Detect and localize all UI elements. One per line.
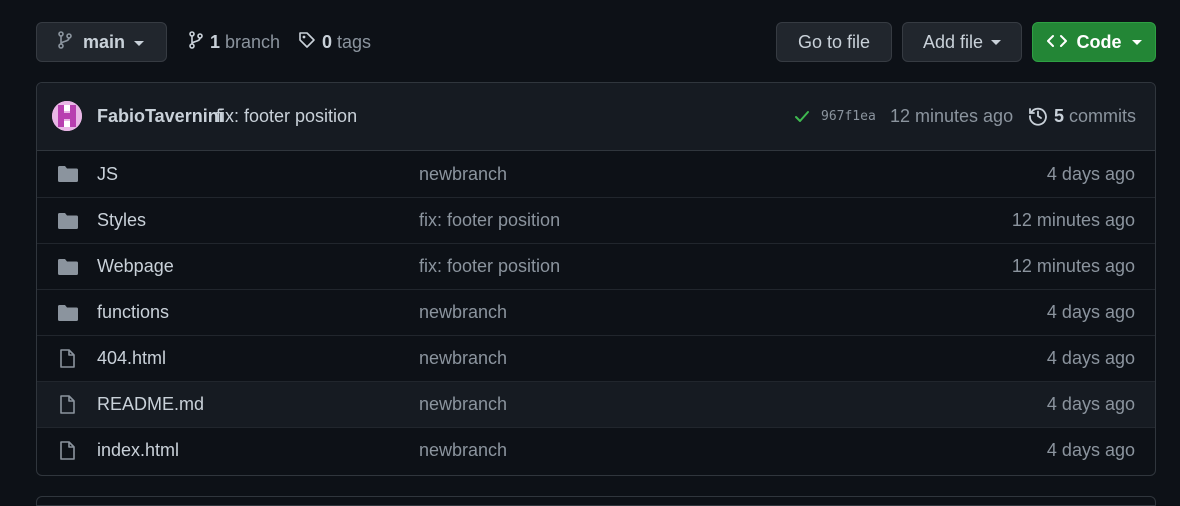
- file-row[interactable]: JS newbranch 4 days ago: [37, 151, 1155, 197]
- check-icon[interactable]: [794, 110, 810, 129]
- file-name-link[interactable]: README.md: [97, 394, 204, 415]
- chevron-down-icon: [991, 39, 1002, 45]
- file-commit-age: 12 minutes ago: [1011, 256, 1135, 276]
- file-commit-age: 4 days ago: [1046, 302, 1135, 322]
- history-icon[interactable]: [1028, 106, 1048, 131]
- git-branch-icon: [188, 30, 204, 54]
- file-row[interactable]: index.html newbranch 4 days ago: [37, 427, 1155, 473]
- commit-count: 5: [1054, 106, 1065, 126]
- file-commit-age: 4 days ago: [1046, 163, 1135, 184]
- latest-commit-bar: FabioTavernini fix: footer position 967f…: [37, 83, 1155, 151]
- git-branch-icon: [57, 30, 73, 54]
- next-panel-edge: [36, 496, 1156, 506]
- file-commit-message-link[interactable]: fix: footer position: [419, 210, 560, 231]
- file-row[interactable]: functions newbranch 4 days ago: [37, 289, 1155, 335]
- file-commit-age: 4 days ago: [1046, 394, 1135, 414]
- file-browser: FabioTavernini fix: footer position 967f…: [36, 82, 1156, 476]
- branches-link[interactable]: 1 branch: [188, 22, 280, 62]
- file-row[interactable]: 404.html newbranch 4 days ago: [37, 335, 1155, 381]
- commits-word: commits: [1069, 106, 1137, 126]
- file-commit-age: 4 days ago: [1046, 348, 1135, 368]
- file-icon: [57, 395, 79, 420]
- folder-icon: [57, 211, 79, 236]
- file-name-link[interactable]: Webpage: [97, 256, 174, 277]
- chevron-down-icon: [134, 40, 145, 46]
- file-commit-age: 12 minutes ago: [1011, 210, 1135, 230]
- file-name-link[interactable]: functions: [97, 302, 169, 323]
- tag-word: tags: [337, 31, 372, 52]
- code-icon: [1046, 32, 1067, 53]
- chevron-down-icon: [1131, 39, 1142, 45]
- commits-link[interactable]: 5 commits: [1054, 106, 1136, 127]
- commit-author-link[interactable]: FabioTavernini: [97, 106, 224, 127]
- commit-sha-link[interactable]: 967f1ea: [821, 109, 876, 124]
- add-file-label: Add file: [922, 31, 984, 52]
- file-icon: [57, 349, 79, 374]
- go-to-file-label: Go to file: [797, 31, 871, 52]
- add-file-button[interactable]: Add file: [902, 22, 1022, 62]
- folder-icon: [57, 164, 79, 189]
- file-row[interactable]: Webpage fix: footer position 12 minutes …: [37, 243, 1155, 289]
- go-to-file-button[interactable]: Go to file: [776, 22, 892, 62]
- branch-select-button[interactable]: main: [36, 22, 167, 62]
- file-list: JS newbranch 4 days ago Styles fix: foot…: [37, 151, 1155, 473]
- folder-icon: [57, 303, 79, 328]
- file-name-link[interactable]: Styles: [97, 210, 146, 231]
- file-icon: [57, 441, 79, 466]
- avatar[interactable]: [52, 101, 82, 131]
- tag-count: 0: [322, 31, 333, 52]
- branch-count: 1: [210, 31, 221, 52]
- file-commit-message-link[interactable]: newbranch: [419, 440, 507, 461]
- commit-message-link[interactable]: fix: footer position: [216, 106, 357, 127]
- file-name-link[interactable]: 404.html: [97, 348, 166, 369]
- code-label: Code: [1076, 31, 1122, 52]
- code-button[interactable]: Code: [1032, 22, 1156, 62]
- file-row[interactable]: Styles fix: footer position 12 minutes a…: [37, 197, 1155, 243]
- file-commit-message-link[interactable]: newbranch: [419, 394, 507, 415]
- tag-icon: [298, 31, 316, 54]
- tags-link[interactable]: 0 tags: [298, 22, 371, 62]
- commit-time: 12 minutes ago: [890, 106, 1014, 126]
- file-commit-age: 4 days ago: [1046, 440, 1135, 460]
- branch-word: branch: [225, 31, 281, 52]
- repo-toolbar: main 1 branch 0 tags Go to file Add file…: [36, 22, 1156, 62]
- file-row[interactable]: README.md newbranch 4 days ago: [37, 381, 1155, 427]
- file-commit-message-link[interactable]: newbranch: [419, 348, 507, 369]
- file-commit-message-link[interactable]: newbranch: [419, 302, 507, 323]
- folder-icon: [57, 257, 79, 282]
- file-name-link[interactable]: JS: [97, 164, 118, 185]
- file-commit-message-link[interactable]: fix: footer position: [419, 256, 560, 277]
- branch-name: main: [83, 31, 126, 52]
- file-commit-message-link[interactable]: newbranch: [419, 164, 507, 185]
- file-name-link[interactable]: index.html: [97, 440, 179, 461]
